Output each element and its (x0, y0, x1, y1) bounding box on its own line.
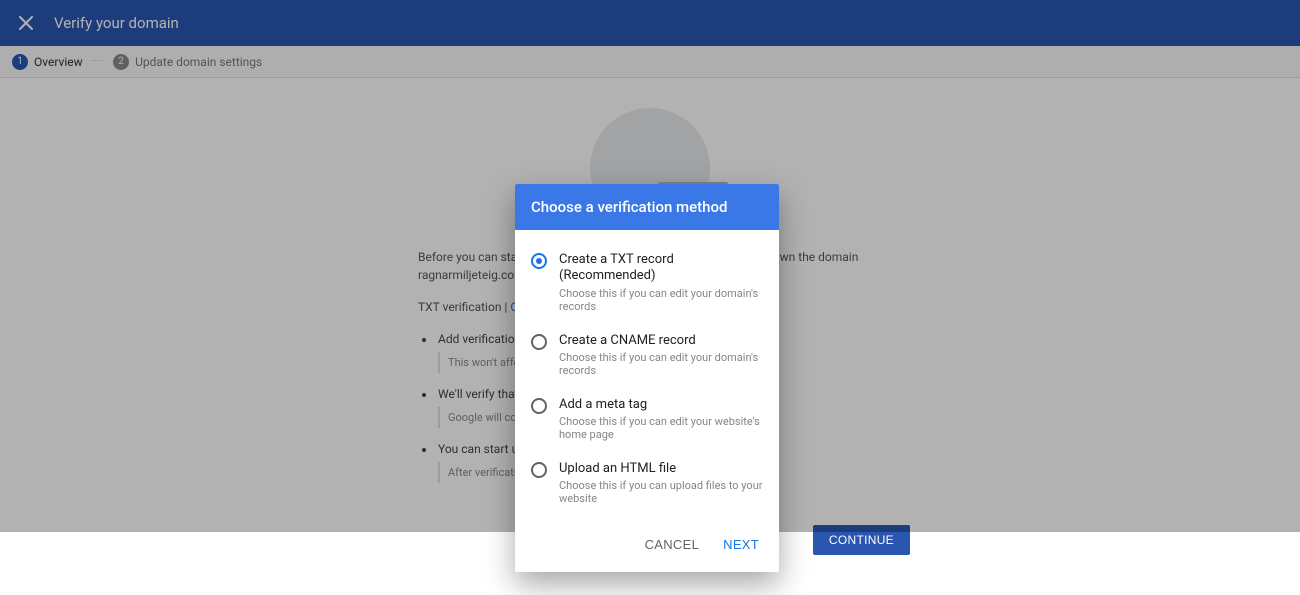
option-sub: Choose this if you can edit your website… (559, 415, 763, 441)
option-label: Upload an HTML file (559, 461, 763, 477)
option-sub: Choose this if you can edit your domain'… (559, 287, 763, 313)
cancel-button[interactable]: CANCEL (641, 531, 704, 558)
radio-icon[interactable] (531, 398, 547, 414)
dialog-body: Create a TXT record (Recommended) Choose… (515, 230, 779, 523)
dialog-title: Choose a verification method (515, 184, 779, 230)
option-label: Create a CNAME record (559, 333, 763, 349)
radio-icon[interactable] (531, 253, 547, 269)
radio-icon[interactable] (531, 462, 547, 478)
radio-icon[interactable] (531, 334, 547, 350)
option-sub: Choose this if you can upload files to y… (559, 479, 763, 505)
option-label: Create a TXT record (Recommended) (559, 252, 763, 285)
option-label: Add a meta tag (559, 397, 763, 413)
option-sub: Choose this if you can edit your domain'… (559, 351, 763, 377)
option-meta-tag[interactable]: Add a meta tag Choose this if you can ed… (531, 389, 763, 453)
option-cname-record[interactable]: Create a CNAME record Choose this if you… (531, 325, 763, 389)
next-button[interactable]: NEXT (719, 531, 763, 558)
option-txt-record[interactable]: Create a TXT record (Recommended) Choose… (531, 244, 763, 325)
dialog-actions: CANCEL NEXT (515, 523, 779, 572)
option-html-file[interactable]: Upload an HTML file Choose this if you c… (531, 453, 763, 517)
verification-method-dialog: Choose a verification method Create a TX… (515, 184, 779, 572)
